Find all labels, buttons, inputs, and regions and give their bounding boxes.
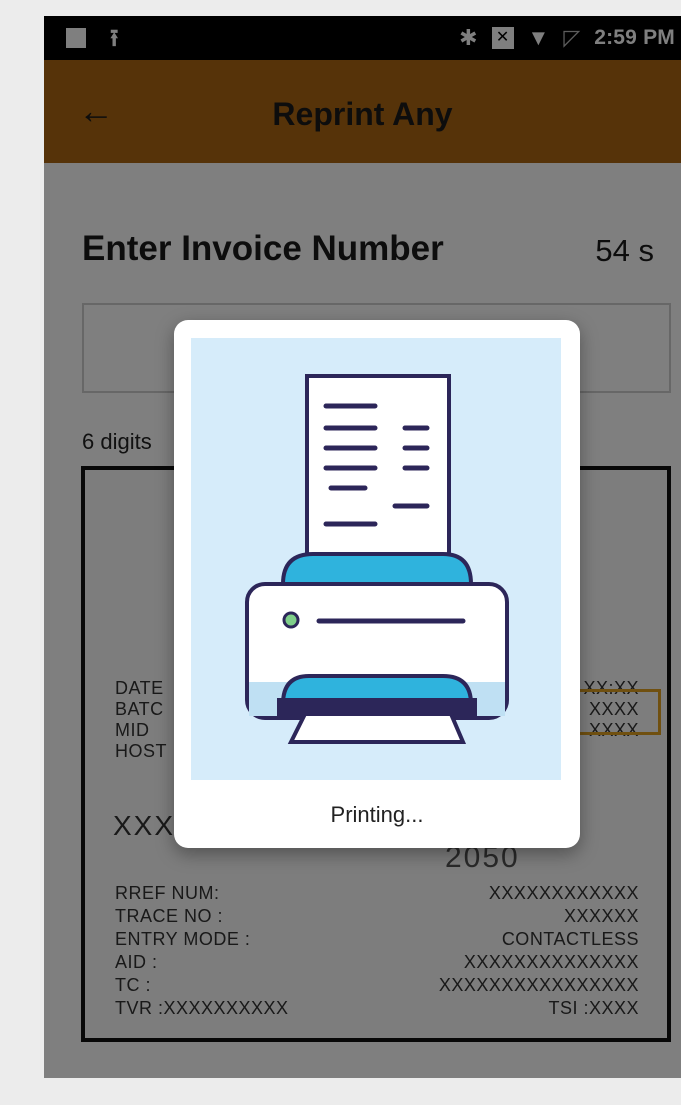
printing-dialog: Printing... [174, 320, 580, 848]
printer-icon [191, 338, 561, 780]
left-gutter [0, 0, 44, 1105]
printing-message: Printing... [330, 802, 424, 827]
phone-screen: ⭱ ✱ ✕ ▼ ◸ 2:59 PM ← Reprint Any Enter In… [44, 16, 681, 1078]
